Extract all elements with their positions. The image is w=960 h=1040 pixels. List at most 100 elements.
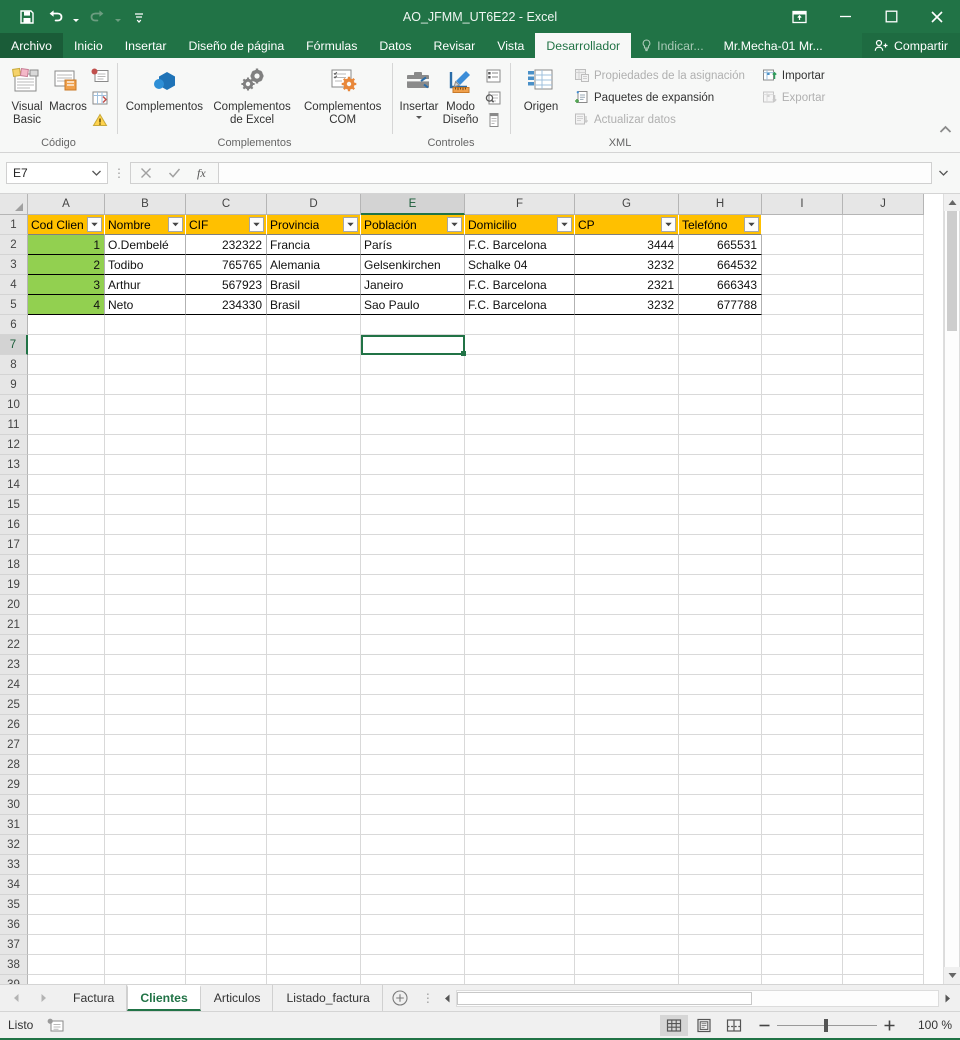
- cell-j5[interactable]: [843, 295, 924, 315]
- cell-d8[interactable]: [267, 355, 361, 375]
- cell-h32[interactable]: [679, 835, 762, 855]
- cell-d18[interactable]: [267, 555, 361, 575]
- add-sheet-icon[interactable]: [383, 985, 417, 1011]
- cell-h25[interactable]: [679, 695, 762, 715]
- cell-i39[interactable]: [762, 975, 843, 984]
- row-header-27[interactable]: 27: [0, 735, 28, 755]
- cell-j22[interactable]: [843, 635, 924, 655]
- cell-h10[interactable]: [679, 395, 762, 415]
- cell-j12[interactable]: [843, 435, 924, 455]
- cell-i24[interactable]: [762, 675, 843, 695]
- table-cell-f2[interactable]: F.C. Barcelona: [465, 235, 575, 255]
- cell-a7[interactable]: [28, 335, 105, 355]
- map-properties-button[interactable]: Propiedades de la asignación: [570, 65, 749, 86]
- cell-j23[interactable]: [843, 655, 924, 675]
- cell-j2[interactable]: [843, 235, 924, 255]
- table-cell-c3[interactable]: 765765: [186, 255, 267, 275]
- cell-g9[interactable]: [575, 375, 679, 395]
- row-header-25[interactable]: 25: [0, 695, 28, 715]
- minimize-button[interactable]: [822, 0, 868, 33]
- cell-d22[interactable]: [267, 635, 361, 655]
- cell-d33[interactable]: [267, 855, 361, 875]
- table-cell-a4[interactable]: 3: [28, 275, 105, 295]
- run-dialog-icon[interactable]: [482, 109, 504, 130]
- table-cell-d3[interactable]: Alemania: [267, 255, 361, 275]
- cell-a12[interactable]: [28, 435, 105, 455]
- vertical-scrollbar[interactable]: [943, 194, 960, 984]
- table-cell-g3[interactable]: 3232: [575, 255, 679, 275]
- cell-f8[interactable]: [465, 355, 575, 375]
- view-code-icon[interactable]: [482, 87, 504, 108]
- complementos-com-button[interactable]: Complementos COM: [299, 63, 386, 127]
- cell-a10[interactable]: [28, 395, 105, 415]
- cell-i19[interactable]: [762, 575, 843, 595]
- expand-formula-bar-icon[interactable]: [932, 162, 954, 184]
- cell-f26[interactable]: [465, 715, 575, 735]
- cell-g26[interactable]: [575, 715, 679, 735]
- cell-h39[interactable]: [679, 975, 762, 984]
- cell-j6[interactable]: [843, 315, 924, 335]
- cell-h28[interactable]: [679, 755, 762, 775]
- cell-g13[interactable]: [575, 455, 679, 475]
- cell-i31[interactable]: [762, 815, 843, 835]
- cell-j24[interactable]: [843, 675, 924, 695]
- cell-j4[interactable]: [843, 275, 924, 295]
- cell-f29[interactable]: [465, 775, 575, 795]
- cell-c21[interactable]: [186, 615, 267, 635]
- cell-c25[interactable]: [186, 695, 267, 715]
- account-name[interactable]: Mr.Mecha-01 Mr...: [714, 33, 833, 58]
- cell-c14[interactable]: [186, 475, 267, 495]
- cell-d7[interactable]: [267, 335, 361, 355]
- zoom-in-icon[interactable]: [883, 1019, 896, 1032]
- cell-c24[interactable]: [186, 675, 267, 695]
- table-cell-a5[interactable]: 4: [28, 295, 105, 315]
- share-button[interactable]: Compartir: [862, 33, 960, 58]
- cell-b8[interactable]: [105, 355, 186, 375]
- row-header-17[interactable]: 17: [0, 535, 28, 555]
- cell-j36[interactable]: [843, 915, 924, 935]
- cell-g24[interactable]: [575, 675, 679, 695]
- enter-formula-icon[interactable]: [160, 163, 189, 183]
- ribbon-tab-desarrollador[interactable]: Desarrollador: [535, 33, 632, 58]
- cell-g7[interactable]: [575, 335, 679, 355]
- cell-e9[interactable]: [361, 375, 465, 395]
- cell-a19[interactable]: [28, 575, 105, 595]
- cell-a14[interactable]: [28, 475, 105, 495]
- cell-f18[interactable]: [465, 555, 575, 575]
- table-header-cell-a1[interactable]: Cod Clien: [28, 215, 105, 235]
- row-header-20[interactable]: 20: [0, 595, 28, 615]
- table-header-cell-b1[interactable]: Nombre: [105, 215, 186, 235]
- row-header-23[interactable]: 23: [0, 655, 28, 675]
- horizontal-scroll-thumb[interactable]: [456, 991, 752, 1005]
- cell-e28[interactable]: [361, 755, 465, 775]
- cell-a21[interactable]: [28, 615, 105, 635]
- cell-b18[interactable]: [105, 555, 186, 575]
- cell-i9[interactable]: [762, 375, 843, 395]
- cell-d24[interactable]: [267, 675, 361, 695]
- cell-g31[interactable]: [575, 815, 679, 835]
- cell-i29[interactable]: [762, 775, 843, 795]
- cell-e17[interactable]: [361, 535, 465, 555]
- cell-a22[interactable]: [28, 635, 105, 655]
- cell-e11[interactable]: [361, 415, 465, 435]
- cell-f37[interactable]: [465, 935, 575, 955]
- cell-c26[interactable]: [186, 715, 267, 735]
- table-cell-b3[interactable]: Todibo: [105, 255, 186, 275]
- cell-d30[interactable]: [267, 795, 361, 815]
- row-header-36[interactable]: 36: [0, 915, 28, 935]
- table-cell-b4[interactable]: Arthur: [105, 275, 186, 295]
- cell-g11[interactable]: [575, 415, 679, 435]
- cell-e38[interactable]: [361, 955, 465, 975]
- column-header-j[interactable]: J: [843, 194, 924, 215]
- cell-e29[interactable]: [361, 775, 465, 795]
- cell-g25[interactable]: [575, 695, 679, 715]
- table-header-cell-f1[interactable]: Domicilio: [465, 215, 575, 235]
- cell-j16[interactable]: [843, 515, 924, 535]
- row-header-16[interactable]: 16: [0, 515, 28, 535]
- cell-c11[interactable]: [186, 415, 267, 435]
- sheet-tab-clientes[interactable]: Clientes: [127, 985, 201, 1011]
- cell-a34[interactable]: [28, 875, 105, 895]
- cell-g38[interactable]: [575, 955, 679, 975]
- cell-j3[interactable]: [843, 255, 924, 275]
- cell-a8[interactable]: [28, 355, 105, 375]
